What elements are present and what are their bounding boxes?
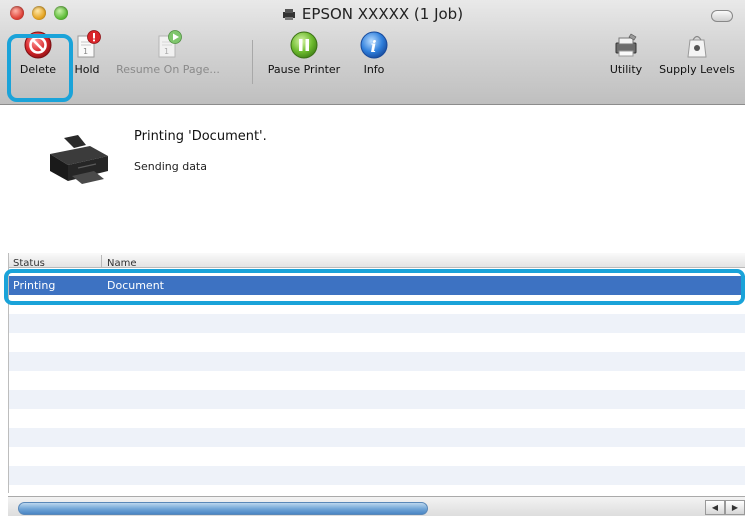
table-header: Status Name	[9, 253, 745, 269]
info-icon: i	[359, 30, 389, 60]
empty-row	[9, 447, 745, 466]
selected-row-highlight-ring	[4, 269, 745, 305]
document-pause-icon: 1	[72, 30, 102, 60]
svg-text:i: i	[371, 37, 377, 56]
column-divider	[101, 255, 102, 267]
delete-highlight-ring	[7, 34, 73, 102]
print-queue-window: EPSON XXXXX (1 Job) Delete 1 Hold 1 Resu…	[0, 0, 745, 516]
scroll-arrows: ◀ ▶	[703, 500, 745, 515]
utility-button[interactable]: Utility	[604, 30, 648, 76]
printer-title-icon	[282, 6, 296, 20]
supply-levels-button[interactable]: Supply Levels	[652, 30, 742, 76]
toolbar: EPSON XXXXX (1 Job) Delete 1 Hold 1 Resu…	[0, 0, 745, 105]
empty-row	[9, 409, 745, 428]
info-label: Info	[363, 63, 385, 76]
scroll-left-arrow-icon[interactable]: ◀	[705, 500, 725, 515]
document-play-icon: 1	[153, 30, 183, 60]
scrollbar-thumb[interactable]	[18, 502, 428, 515]
printer-utility-icon	[611, 30, 641, 60]
pause-printer-label: Pause Printer	[267, 63, 341, 76]
scroll-right-arrow-icon[interactable]: ▶	[725, 500, 745, 515]
pause-icon	[289, 30, 319, 60]
toolbar-separator	[252, 40, 253, 84]
printer-image	[44, 130, 114, 192]
svg-text:1: 1	[164, 47, 169, 56]
pause-printer-button[interactable]: Pause Printer	[262, 30, 346, 76]
svg-text:1: 1	[83, 47, 88, 56]
window-title: EPSON XXXXX (1 Job)	[0, 5, 745, 23]
ink-bag-icon	[682, 30, 712, 60]
hold-button[interactable]: 1 Hold	[66, 30, 108, 76]
empty-row	[9, 333, 745, 352]
empty-row	[9, 466, 745, 485]
resume-on-page-label: Resume On Page...	[116, 63, 220, 76]
horizontal-scrollbar[interactable]: ◀ ▶	[8, 496, 745, 516]
hold-label: Hold	[74, 63, 100, 76]
info-button[interactable]: i Info	[354, 30, 394, 76]
empty-row	[9, 485, 745, 493]
empty-row	[9, 390, 745, 409]
window-title-text: EPSON XXXXX (1 Job)	[301, 5, 464, 23]
empty-row	[9, 428, 745, 447]
utility-label: Utility	[609, 63, 643, 76]
empty-row	[9, 314, 745, 333]
supply-levels-label: Supply Levels	[659, 63, 735, 76]
job-status-detail: Sending data	[134, 160, 207, 173]
resume-on-page-button[interactable]: 1 Resume On Page...	[114, 30, 222, 76]
empty-row	[9, 371, 745, 390]
job-status-title: Printing 'Document'.	[134, 129, 267, 144]
empty-row	[9, 352, 745, 371]
